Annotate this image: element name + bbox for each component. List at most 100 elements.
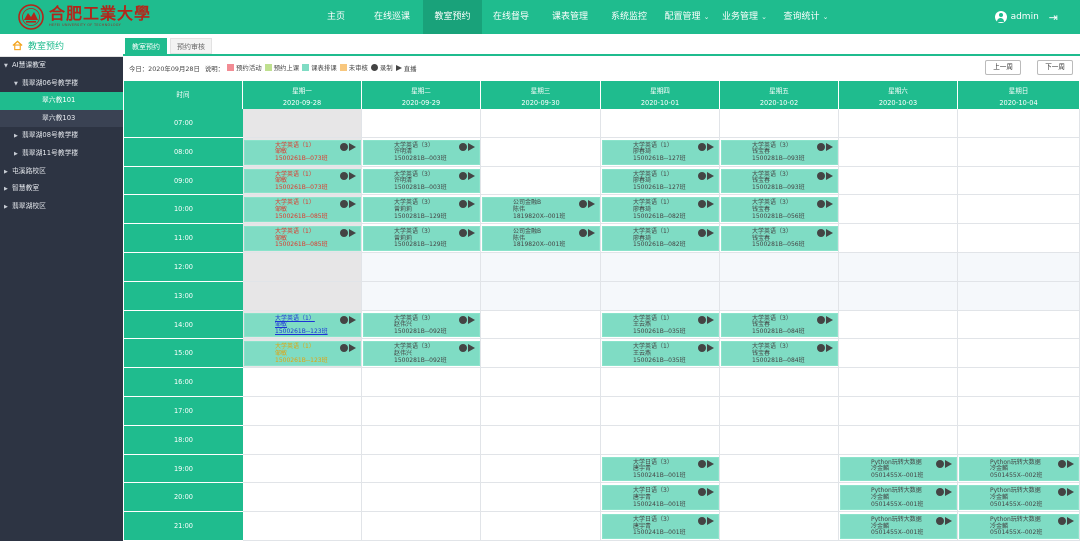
sidebar-item-7[interactable]: ▶ 智慧教室 xyxy=(0,180,123,198)
nav-item-7[interactable]: 业务管理 ⌄ xyxy=(716,0,773,34)
live-play-icon[interactable] xyxy=(468,200,475,209)
record-icon[interactable] xyxy=(698,229,706,238)
record-icon[interactable] xyxy=(698,344,706,353)
schedule-cell[interactable] xyxy=(481,137,601,167)
schedule-cell[interactable] xyxy=(839,281,958,311)
schedule-cell[interactable] xyxy=(720,281,839,311)
user-menu[interactable]: admin ⇥ xyxy=(994,0,1058,34)
tab-1[interactable]: 预约审核 xyxy=(170,38,212,54)
nav-item-8[interactable]: 查询统计 ⌄ xyxy=(774,0,838,34)
schedule-cell[interactable] xyxy=(839,224,958,253)
schedule-cell[interactable] xyxy=(720,368,839,397)
live-play-icon[interactable] xyxy=(1067,488,1074,497)
schedule-cell[interactable] xyxy=(720,109,839,138)
caret-right-icon[interactable]: ▶ xyxy=(4,164,12,182)
live-play-icon[interactable] xyxy=(826,315,833,324)
live-play-icon[interactable] xyxy=(468,229,475,238)
schedule-cell[interactable] xyxy=(481,109,601,138)
record-icon[interactable] xyxy=(340,200,348,209)
live-play-icon[interactable] xyxy=(468,171,475,180)
logout-icon[interactable]: ⇥ xyxy=(1049,11,1058,24)
schedule-cell[interactable] xyxy=(958,397,1080,426)
course-block[interactable]: 大学英语（3） 赵伟兴 1500281B--092班 xyxy=(363,341,480,367)
caret-right-icon[interactable]: ▶ xyxy=(4,181,12,199)
course-block[interactable]: 公司金融B 陈伟 1819820X--001班 xyxy=(482,197,600,223)
schedule-cell[interactable] xyxy=(243,425,362,455)
schedule-cell[interactable] xyxy=(958,310,1080,340)
course-block[interactable]: Python玩转大数据 冷金麟 0501455X--001班 xyxy=(840,514,957,539)
nav-item-4[interactable]: 课表管理 xyxy=(541,0,599,34)
schedule-cell[interactable] xyxy=(362,512,481,541)
schedule-cell[interactable] xyxy=(601,368,720,397)
schedule-cell[interactable] xyxy=(839,253,958,282)
record-icon[interactable] xyxy=(936,517,944,526)
course-block[interactable]: 大学日语（3） 唐宇青 1500241B--001班 xyxy=(602,485,719,511)
schedule-cell[interactable] xyxy=(481,454,601,484)
prev-week-button[interactable]: 上一周 xyxy=(985,60,1021,75)
record-icon[interactable] xyxy=(1058,459,1066,468)
course-block[interactable]: Python玩转大数据 冷金麟 0501455X--001班 xyxy=(840,485,957,511)
live-play-icon[interactable] xyxy=(707,517,714,526)
record-icon[interactable] xyxy=(698,488,706,497)
schedule-cell[interactable] xyxy=(243,253,362,282)
course-block[interactable]: 大学英语（3） 钱宝春 1500281B--056班 xyxy=(721,226,838,251)
live-play-icon[interactable] xyxy=(1067,459,1074,468)
record-icon[interactable] xyxy=(817,344,825,353)
schedule-cell[interactable] xyxy=(601,281,720,311)
live-play-icon[interactable] xyxy=(1067,517,1074,526)
caret-down-icon[interactable]: ▼ xyxy=(4,58,12,76)
schedule-cell[interactable] xyxy=(958,224,1080,253)
record-icon[interactable] xyxy=(698,459,706,468)
schedule-cell[interactable] xyxy=(362,483,481,513)
schedule-cell[interactable] xyxy=(481,281,601,311)
record-icon[interactable] xyxy=(340,171,348,180)
record-icon[interactable] xyxy=(698,200,706,209)
live-play-icon[interactable] xyxy=(945,488,952,497)
course-block[interactable]: 大学英语（3） 钱宝春 1500281B--093班 xyxy=(721,139,838,165)
nav-item-6[interactable]: 配置管理 ⌄ xyxy=(659,0,715,34)
course-block[interactable]: Python玩转大数据 冷金麟 0501455X--002班 xyxy=(959,485,1079,511)
schedule-cell[interactable] xyxy=(958,281,1080,311)
schedule-cell[interactable] xyxy=(958,137,1080,167)
course-block[interactable]: 大学英语（3） 钱宝春 1500281B--084班 xyxy=(721,312,838,338)
record-icon[interactable] xyxy=(579,229,587,238)
schedule-cell[interactable] xyxy=(243,281,362,311)
schedule-cell[interactable] xyxy=(481,512,601,541)
record-icon[interactable] xyxy=(459,315,467,324)
course-block[interactable]: Python玩转大数据 冷金麟 0501455X--002班 xyxy=(959,514,1079,539)
schedule-cell[interactable] xyxy=(720,454,839,484)
course-block[interactable]: Python玩转大数据 冷金麟 0501455X--002班 xyxy=(959,456,1079,482)
schedule-cell[interactable] xyxy=(958,109,1080,138)
course-block[interactable]: Python玩转大数据 冷金麟 0501455X--001班 xyxy=(840,456,957,482)
schedule-cell[interactable] xyxy=(958,166,1080,196)
record-icon[interactable] xyxy=(459,200,467,209)
course-block[interactable]: 大学英语（3） 钱宝春 1500281B--056班 xyxy=(721,197,838,223)
tab-0[interactable]: 教室预约 xyxy=(125,38,167,54)
live-play-icon[interactable] xyxy=(707,229,714,238)
schedule-cell[interactable] xyxy=(362,454,481,484)
course-block[interactable]: 大学英语（1） 邹敏 1500261B--123班 xyxy=(244,341,361,367)
schedule-cell[interactable] xyxy=(362,397,481,426)
record-icon[interactable] xyxy=(459,142,467,151)
record-icon[interactable] xyxy=(1058,488,1066,497)
live-play-icon[interactable] xyxy=(826,344,833,353)
record-icon[interactable] xyxy=(936,488,944,497)
schedule-cell[interactable] xyxy=(720,253,839,282)
live-play-icon[interactable] xyxy=(349,171,356,180)
course-block[interactable]: 大学英语（1） 邹敏 1500261B--073班 xyxy=(244,139,361,165)
live-play-icon[interactable] xyxy=(945,517,952,526)
schedule-cell[interactable] xyxy=(601,425,720,455)
nav-item-2[interactable]: 教室预约 xyxy=(423,0,482,34)
schedule-cell[interactable] xyxy=(720,512,839,541)
live-play-icon[interactable] xyxy=(349,229,356,238)
schedule-cell[interactable] xyxy=(958,253,1080,282)
course-block[interactable]: 大学日语（3） 唐宇青 1500241B--001班 xyxy=(602,456,719,482)
live-play-icon[interactable] xyxy=(707,171,714,180)
schedule-cell[interactable] xyxy=(839,195,958,225)
course-block[interactable]: 大学英语（3） 许明清 1500281B--003班 xyxy=(363,139,480,165)
caret-right-icon[interactable]: ▶ xyxy=(14,128,22,146)
schedule-cell[interactable] xyxy=(839,397,958,426)
course-block[interactable]: 大学英语（3） 曾莉莉 1500281B--129班 xyxy=(363,226,480,251)
record-icon[interactable] xyxy=(698,315,706,324)
schedule-cell[interactable] xyxy=(839,310,958,340)
